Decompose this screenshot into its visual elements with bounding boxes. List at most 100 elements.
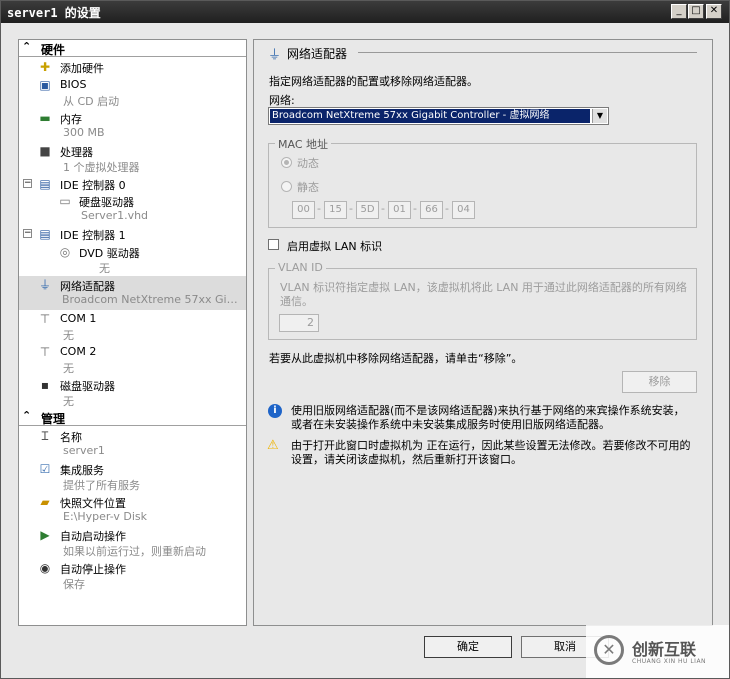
- vlan-group-label: VLAN ID: [275, 261, 326, 274]
- chevron-down-icon[interactable]: ▼: [592, 109, 607, 123]
- com-port-icon: ⊤: [39, 312, 51, 326]
- ok-button[interactable]: 确定: [424, 636, 512, 658]
- name-icon: Ɪ: [41, 429, 49, 443]
- tree-item-auto-start[interactable]: ▶ 自动启动操作 如果以前运行过，则重新启动: [19, 526, 246, 558]
- tree-item-name: 添加硬件: [60, 62, 104, 75]
- ide-controller-icon: ▤: [39, 177, 51, 191]
- mac-octet-field[interactable]: 5D: [356, 201, 379, 219]
- tree-item-network-adapter[interactable]: ⏚ 网络适配器 Broadcom NetXtreme 57xx Gigabit …: [19, 276, 246, 310]
- settings-window: server1 的设置 _ □ ✕ ⌃ 硬件 ✚ 添加硬件 ▣ BIOS 从 C…: [0, 0, 730, 679]
- window-title: server1 的设置: [7, 6, 101, 20]
- bios-icon: ▣: [39, 78, 51, 92]
- mac-static-label: 静态: [297, 181, 319, 194]
- title-bar[interactable]: server1 的设置 _ □ ✕: [1, 1, 729, 23]
- tree-item-com2[interactable]: ⊤ COM 2 无: [19, 343, 246, 375]
- collapse-expander-icon[interactable]: −: [23, 229, 32, 238]
- mac-octet-field[interactable]: 00: [292, 201, 315, 219]
- maximize-button[interactable]: □: [688, 4, 704, 19]
- mac-address-group: MAC 地址 动态 静态 00 - 15 - 5D - 01 - 66 - 04: [268, 136, 697, 228]
- tree-item-detail: 提供了所有服务: [63, 479, 140, 492]
- settings-tree[interactable]: ⌃ 硬件 ✚ 添加硬件 ▣ BIOS 从 CD 启动 ▬ 内存 300 MB ■…: [18, 39, 247, 626]
- tree-item-name-setting[interactable]: Ɪ 名称 server1: [19, 427, 246, 459]
- hard-drive-icon: ▭: [59, 194, 71, 208]
- warning-icon: ⚠: [267, 438, 279, 453]
- mac-separator: -: [413, 202, 417, 215]
- ide-controller-icon: ▤: [39, 227, 51, 241]
- tree-item-detail: 无: [99, 262, 110, 275]
- tree-item-detail: 如果以前运行过，则重新启动: [63, 545, 206, 558]
- mac-octet-field[interactable]: 15: [324, 201, 347, 219]
- tree-item-snapshot-location[interactable]: ▰ 快照文件位置 E:\Hyper-v Disk: [19, 493, 246, 525]
- remove-button[interactable]: 移除: [622, 371, 697, 393]
- snapshot-folder-icon: ▰: [40, 495, 50, 509]
- tree-item-name: IDE 控制器 0: [60, 179, 126, 192]
- network-select-value: Broadcom NetXtreme 57xx Gigabit Controll…: [270, 109, 590, 123]
- hardware-section-header[interactable]: ⌃ 硬件: [19, 40, 246, 57]
- settings-detail-pane: ⏚ 网络适配器 指定网络适配器的配置或移除网络适配器。 网络: Broadcom…: [253, 39, 713, 626]
- vlan-checkbox[interactable]: [268, 239, 279, 250]
- collapse-expander-icon[interactable]: −: [23, 179, 32, 188]
- mac-octet-field[interactable]: 01: [388, 201, 411, 219]
- tree-item-com1[interactable]: ⊤ COM 1 无: [19, 310, 246, 342]
- tree-item-name: 处理器: [60, 146, 93, 159]
- add-hardware-icon: ✚: [39, 60, 51, 74]
- tree-item-memory[interactable]: ▬ 内存 300 MB: [19, 109, 246, 141]
- vlan-id-input[interactable]: 2: [279, 314, 319, 332]
- mac-octet-field[interactable]: 04: [452, 201, 475, 219]
- collapse-chevron-icon: ⌃: [22, 40, 32, 53]
- section-heading: 网络适配器: [287, 47, 348, 61]
- tree-item-floppy-drive[interactable]: ▪ 磁盘驱动器 无: [19, 376, 246, 408]
- tree-item-bios[interactable]: ▣ BIOS 从 CD 启动: [19, 76, 246, 108]
- vlan-id-group: VLAN ID VLAN 标识符指定虚拟 LAN，该虚拟机将此 LAN 用于通过…: [268, 261, 697, 340]
- watermark: ✕ 创新互联 CHUANG XIN HU LIAN: [586, 625, 729, 678]
- tree-item-hard-drive[interactable]: ▭ 硬盘驱动器 Server1.vhd: [19, 192, 246, 224]
- tree-item-detail: 1 个虚拟处理器: [63, 161, 140, 174]
- info-message: 使用旧版网络适配器(而不是该网络适配器)来执行基于网络的来宾操作系统安装，或者在…: [291, 404, 685, 431]
- mac-address-fields: 00 - 15 - 5D - 01 - 66 - 04: [292, 201, 492, 221]
- tree-item-name: 快照文件位置: [60, 497, 126, 510]
- auto-start-icon: ▶: [40, 528, 50, 542]
- processor-icon: ■: [39, 144, 51, 158]
- watermark-text-cn: 创新互联: [632, 640, 697, 659]
- tree-item-name: 硬盘驱动器: [79, 196, 134, 209]
- network-adapter-icon: ⏚: [38, 278, 51, 292]
- tree-item-name: 集成服务: [60, 464, 104, 477]
- tree-item-name: IDE 控制器 1: [60, 229, 126, 242]
- heading-divider: [358, 52, 697, 53]
- tree-item-detail: 无: [63, 329, 74, 342]
- tree-item-integration-services[interactable]: ☑ 集成服务 提供了所有服务: [19, 460, 246, 492]
- tree-item-auto-stop[interactable]: ◉ 自动停止操作 保存: [19, 559, 246, 591]
- mac-octet-field[interactable]: 66: [420, 201, 443, 219]
- warning-message: 由于打开此窗口时虚拟机为 正在运行，因此某些设置无法修改。若要修改不可用的设置，…: [291, 439, 691, 466]
- tree-item-name: 自动启动操作: [60, 530, 126, 543]
- floppy-drive-icon: ▪: [40, 378, 50, 392]
- tree-item-dvd-drive[interactable]: ◎ DVD 驱动器 无: [19, 243, 246, 275]
- auto-stop-icon: ◉: [39, 561, 51, 575]
- network-select[interactable]: Broadcom NetXtreme 57xx Gigabit Controll…: [268, 107, 609, 125]
- mac-group-label: MAC 地址: [275, 136, 331, 152]
- integration-services-icon: ☑: [39, 462, 51, 476]
- tree-item-name: 磁盘驱动器: [60, 380, 115, 393]
- mac-static-radio[interactable]: [281, 181, 292, 192]
- management-section-header[interactable]: ⌃ 管理: [19, 409, 246, 426]
- tree-item-processor[interactable]: ■ 处理器 1 个虚拟处理器: [19, 142, 246, 174]
- mac-dynamic-label: 动态: [297, 157, 319, 170]
- mac-separator: -: [317, 202, 321, 215]
- com-port-icon: ⊤: [39, 345, 51, 359]
- mac-separator: -: [445, 202, 449, 215]
- close-button[interactable]: ✕: [706, 4, 722, 19]
- tree-item-name: COM 2: [60, 345, 97, 358]
- management-header-label: 管理: [41, 412, 66, 426]
- minimize-button[interactable]: _: [671, 4, 687, 19]
- network-label: 网络:: [269, 94, 295, 107]
- tree-item-detail: E:\Hyper-v Disk: [63, 510, 148, 523]
- tree-item-detail: Broadcom NetXtreme 57xx Gigabit ...: [62, 293, 244, 306]
- tree-item-name: COM 1: [60, 312, 97, 325]
- mac-dynamic-radio[interactable]: [281, 157, 292, 168]
- watermark-text-en: CHUANG XIN HU LIAN: [632, 658, 707, 665]
- tree-item-detail: 保存: [63, 578, 85, 591]
- vlan-description: VLAN 标识符指定虚拟 LAN，该虚拟机将此 LAN 用于通过此网络适配器的所…: [280, 281, 687, 308]
- mac-separator: -: [381, 202, 385, 215]
- tree-item-name: 内存: [60, 113, 82, 126]
- section-description: 指定网络适配器的配置或移除网络适配器。: [269, 75, 478, 88]
